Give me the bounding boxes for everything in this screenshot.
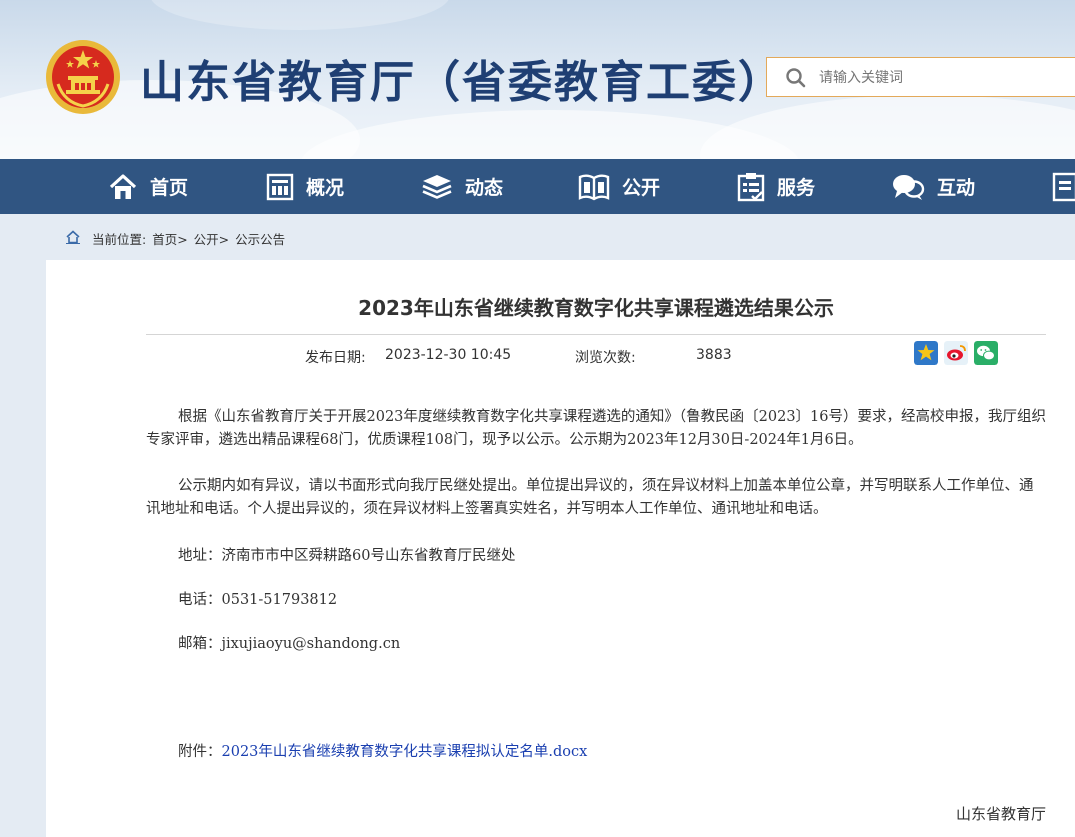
main-nav: 首页 概况 动态 公开 服务 互动 xyxy=(0,159,1075,214)
breadcrumb-prefix: 当前位置: xyxy=(92,232,147,247)
views-value: 3883 xyxy=(696,347,732,363)
publish-date-value: 2023-12-30 10:45 xyxy=(385,347,512,363)
layers-icon xyxy=(422,174,452,199)
nav-label: 动态 xyxy=(465,177,504,199)
article-paragraph-2: 公示期内如有异议，请以书面形式向我厅民继处提出。单位提出异议的，须在异议材料上加… xyxy=(146,478,1034,517)
attachment-row: 附件：2023年山东省继续教育数字化共享课程拟认定名单.docx xyxy=(178,740,587,761)
breadcrumb-link-notices[interactable]: 公示公告 xyxy=(235,232,285,247)
breadcrumb-text: 当前位置: 首页> 公开> 公示公告 xyxy=(92,229,287,248)
document-icon xyxy=(1052,172,1075,201)
nav-label: 概况 xyxy=(306,177,345,199)
nav-label: 首页 xyxy=(150,177,189,199)
search-box xyxy=(766,57,1075,97)
building-icon xyxy=(266,173,294,200)
site-title: 山东省教育厅（省委教育工委） xyxy=(140,57,784,108)
search-input[interactable] xyxy=(817,64,1061,92)
search-icon[interactable] xyxy=(785,67,807,89)
nav-label: 服务 xyxy=(777,177,816,199)
nav-item-home[interactable]: 首页 xyxy=(108,159,188,214)
nav-item-overview[interactable]: 概况 xyxy=(266,159,344,214)
clipboard-icon xyxy=(737,172,765,201)
attachment-link[interactable]: 2023年山东省继续教育数字化共享课程拟认定名单.docx xyxy=(222,744,588,760)
nav-item-public[interactable]: 公开 xyxy=(578,159,660,214)
breadcrumb: 当前位置: 首页> 公开> 公示公告 xyxy=(0,214,1075,260)
nav-item-more[interactable] xyxy=(1052,159,1075,214)
contact-email: 邮箱：jixujiaoyu@shandong.cn xyxy=(178,636,401,652)
wechat-icon[interactable] xyxy=(974,341,998,365)
national-emblem-icon xyxy=(46,40,120,114)
book-icon xyxy=(578,174,610,200)
home-icon xyxy=(109,173,137,199)
title-divider xyxy=(146,334,1046,335)
contact-address: 地址：济南市市中区舜耕路60号山东省教育厅民继处 xyxy=(178,548,516,564)
star-share-icon[interactable] xyxy=(914,341,938,365)
breadcrumb-link-public[interactable]: 公开> xyxy=(194,232,229,247)
signature: 山东省教育厅 xyxy=(955,805,1046,823)
nav-item-service[interactable]: 服务 xyxy=(737,159,815,214)
chat-icon xyxy=(893,174,925,200)
article-paragraph-1: 根据《山东省教育厅关于开展2023年度继续教育数字化共享课程遴选的通知》（鲁教民… xyxy=(146,409,1046,448)
nav-item-news[interactable]: 动态 xyxy=(421,159,503,214)
breadcrumb-link-home[interactable]: 首页> xyxy=(152,232,187,247)
nav-label: 互动 xyxy=(937,177,976,199)
article-title: 2023年山东省继续教育数字化共享课程遴选结果公示 xyxy=(358,296,834,320)
weibo-icon[interactable] xyxy=(944,341,968,365)
nav-label: 公开 xyxy=(622,177,661,199)
publish-date-label: 发布日期: xyxy=(305,350,366,366)
attachment-label: 附件： xyxy=(178,744,222,760)
views-label: 浏览次数: xyxy=(575,350,636,366)
nav-item-interact[interactable]: 互动 xyxy=(891,159,975,214)
site-header: 山东省教育厅（省委教育工委） xyxy=(0,0,1075,159)
home-small-icon xyxy=(66,230,80,244)
contact-phone: 电话：0531-51793812 xyxy=(178,592,338,608)
